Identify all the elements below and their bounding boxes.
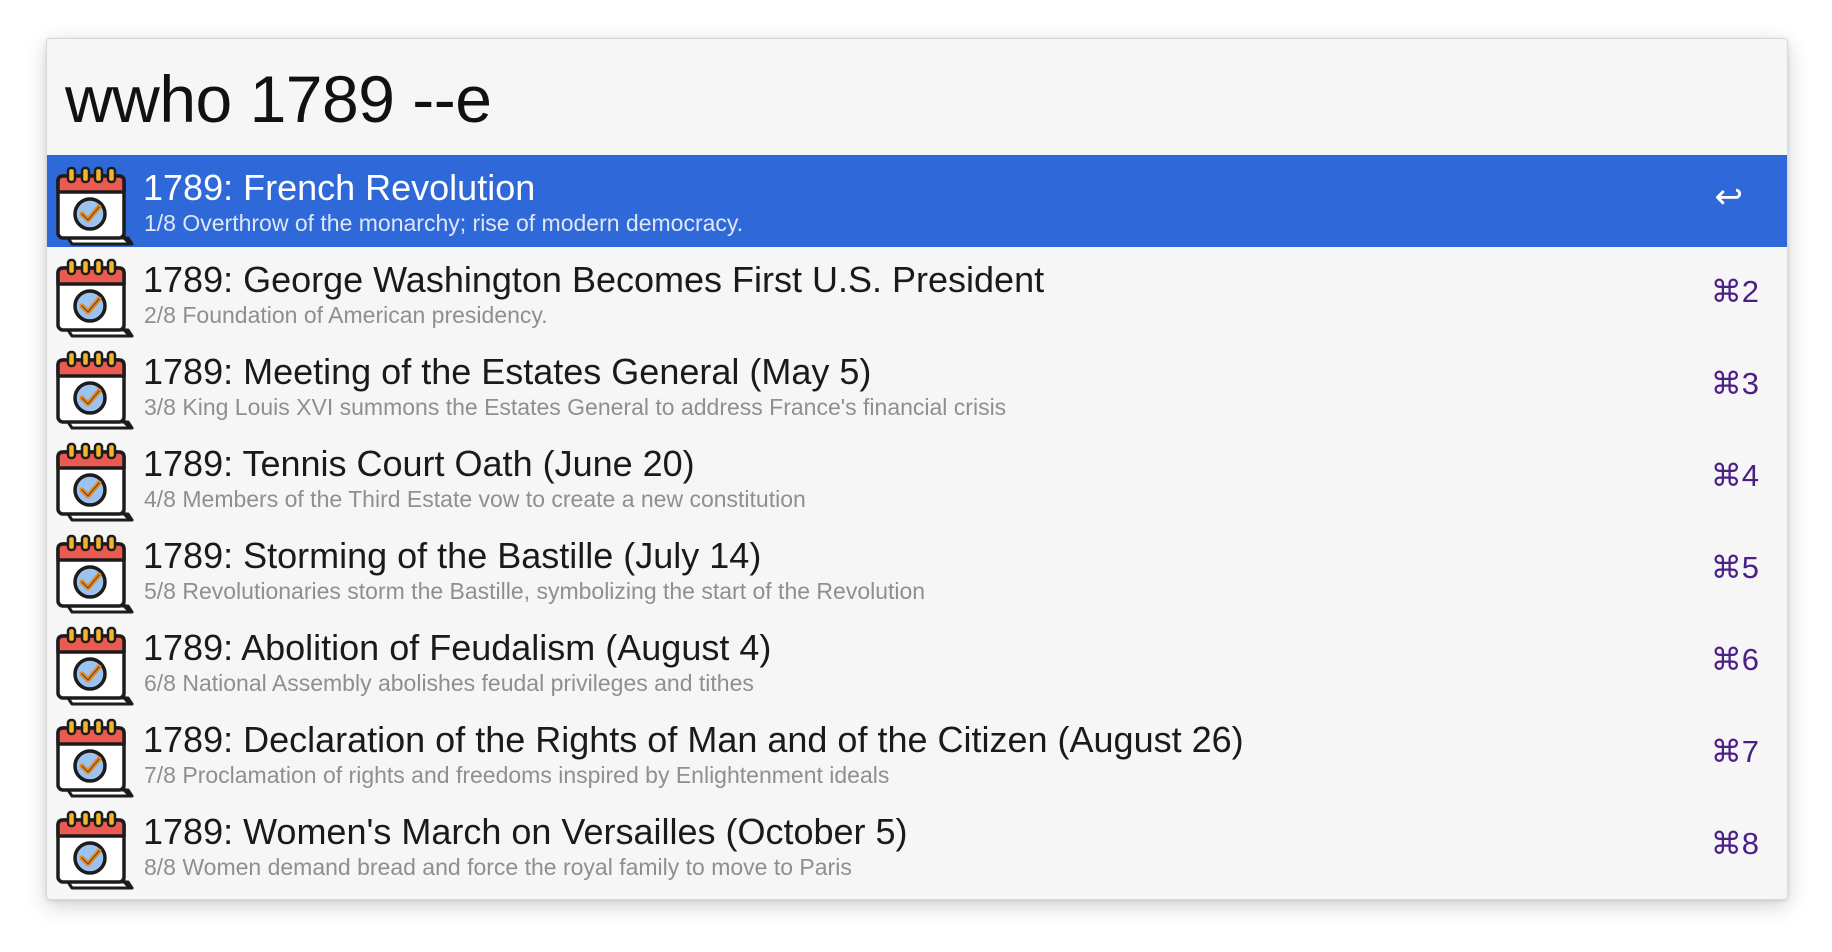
- result-subtitle: 3/8 King Louis XVI summons the Estates G…: [144, 394, 1007, 420]
- search-input[interactable]: [65, 57, 1665, 141]
- shortcut-label: ⌘8: [1710, 826, 1759, 861]
- result-title: 1789: George Washington Becomes First U.…: [143, 259, 1045, 300]
- shortcut-label: ⌘2: [1710, 274, 1759, 309]
- calendar-check-icon: [54, 258, 138, 338]
- result-subtitle: 6/8 National Assembly abolishes feudal p…: [144, 670, 754, 696]
- calendar-check-icon: [54, 350, 138, 430]
- result-subtitle: 4/8 Members of the Third Estate vow to c…: [144, 486, 806, 512]
- result-title: 1789: Abolition of Feudalism (August 4): [143, 627, 772, 668]
- search-bar: [47, 39, 1787, 155]
- result-row-4[interactable]: 1789: Tennis Court Oath (June 20) 4/8 Me…: [47, 431, 1787, 523]
- result-subtitle: 5/8 Revolutionaries storm the Bastille, …: [144, 578, 926, 604]
- result-row-3[interactable]: 1789: Meeting of the Estates General (Ma…: [47, 339, 1787, 431]
- calendar-check-icon: [54, 810, 138, 890]
- result-subtitle: 7/8 Proclamation of rights and freedoms …: [144, 762, 890, 788]
- shortcut-label: ⌘4: [1710, 458, 1759, 493]
- return-key-icon: ↩: [1714, 178, 1744, 216]
- result-subtitle: 1/8 Overthrow of the monarchy; rise of m…: [144, 210, 744, 236]
- results-list: 1789: French Revolution 1/8 Overthrow of…: [47, 155, 1787, 891]
- shortcut-label: ⌘5: [1710, 550, 1759, 585]
- result-row-6[interactable]: 1789: Abolition of Feudalism (August 4) …: [47, 615, 1787, 707]
- result-row-1[interactable]: 1789: French Revolution 1/8 Overthrow of…: [47, 155, 1787, 247]
- result-subtitle: 8/8 Women demand bread and force the roy…: [144, 854, 852, 880]
- shortcut-label: ⌘3: [1710, 366, 1759, 401]
- launcher-window: 1789: French Revolution 1/8 Overthrow of…: [46, 38, 1788, 900]
- calendar-check-icon: [54, 166, 138, 246]
- result-title: 1789: Tennis Court Oath (June 20): [143, 443, 695, 484]
- result-title: 1789: Women's March on Versailles (Octob…: [143, 811, 908, 852]
- calendar-check-icon: [54, 534, 138, 614]
- result-row-5[interactable]: 1789: Storming of the Bastille (July 14)…: [47, 523, 1787, 615]
- result-subtitle: 2/8 Foundation of American presidency.: [144, 302, 548, 328]
- result-title: 1789: Meeting of the Estates General (Ma…: [143, 351, 872, 392]
- result-row-2[interactable]: 1789: George Washington Becomes First U.…: [47, 247, 1787, 339]
- result-row-8[interactable]: 1789: Women's March on Versailles (Octob…: [47, 799, 1787, 891]
- calendar-check-icon: [54, 442, 138, 522]
- shortcut-label: ⌘6: [1710, 642, 1759, 677]
- calendar-check-icon: [54, 626, 138, 706]
- calendar-check-icon: [54, 718, 138, 798]
- result-title: 1789: Declaration of the Rights of Man a…: [143, 719, 1244, 760]
- result-title: 1789: Storming of the Bastille (July 14): [143, 535, 762, 576]
- result-title: 1789: French Revolution: [143, 167, 536, 208]
- shortcut-label: ⌘7: [1710, 734, 1759, 769]
- result-row-7[interactable]: 1789: Declaration of the Rights of Man a…: [47, 707, 1787, 799]
